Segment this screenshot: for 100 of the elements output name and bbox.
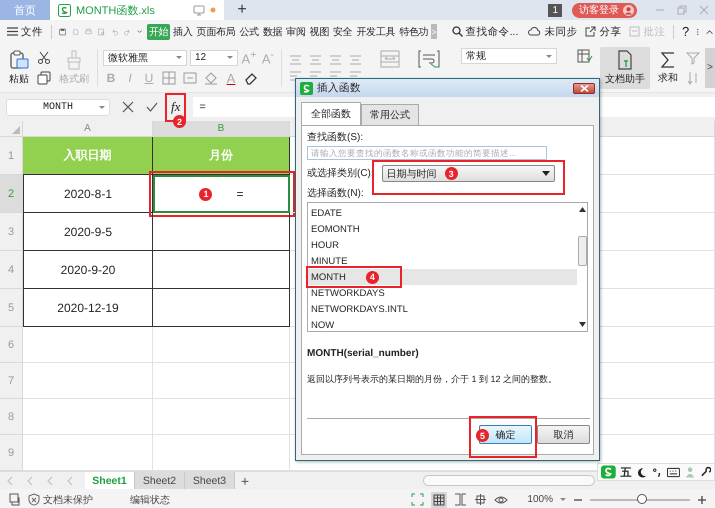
function-signature: MONTH(serial_number) (307, 348, 420, 359)
function-item[interactable]: NETWORKDAYS.INTL (308, 301, 577, 317)
scissors-icon[interactable] (37, 50, 51, 64)
avatar-icon (623, 4, 634, 16)
step-badge: 3 (444, 167, 458, 180)
document-tab[interactable]: MONTH函数.xls (50, 0, 224, 20)
zoom-slider-thumb[interactable] (637, 494, 647, 504)
shield-icon (28, 493, 40, 506)
function-item[interactable]: EDATE (308, 205, 577, 221)
ribbon-tab[interactable]: 审阅 (285, 24, 307, 40)
ribbon-tab[interactable]: 公式 (238, 24, 260, 40)
moon-icon[interactable] (636, 466, 647, 478)
sheet-tab[interactable]: Sheet3 (185, 472, 235, 489)
input-method-logo-icon[interactable] (601, 465, 616, 479)
borders-icon[interactable] (162, 71, 176, 86)
zoom-percentage[interactable]: 100% (527, 494, 566, 505)
ribbon-tab[interactable]: 页面布局 (196, 24, 236, 40)
font-size-dropdown[interactable]: 12 (190, 50, 238, 66)
save-icon[interactable] (58, 26, 66, 38)
table-cell: 2020-9-20 (23, 251, 153, 289)
dialog-tab[interactable]: 全部函数 (301, 102, 361, 125)
scroll-up-icon[interactable] (578, 207, 586, 212)
eraser-icon[interactable] (244, 71, 258, 86)
document-icon (617, 50, 633, 70)
fullscreen-icon[interactable] (411, 493, 424, 506)
insert-function-button[interactable]: fx (166, 99, 186, 115)
function-item[interactable]: NETWORKDAYS (308, 285, 577, 301)
function-item[interactable]: MONTH 4 (308, 269, 577, 285)
sheet-tab[interactable]: Sheet2 (135, 472, 185, 489)
share-button[interactable]: 分享 (582, 24, 624, 38)
dropdown-arrow-icon (542, 171, 550, 176)
ribbon-tab[interactable]: 数据 (262, 24, 284, 40)
page-break-icon[interactable] (454, 493, 468, 506)
add-sheet-button[interactable]: + (235, 472, 255, 489)
paste-button[interactable]: 粘贴 (6, 48, 32, 88)
function-item[interactable]: HOUR (308, 237, 577, 253)
punctuation-icon[interactable] (652, 466, 662, 478)
macro-icon[interactable] (8, 493, 21, 506)
cloud-icon (528, 26, 542, 37)
horizontal-scrollbar[interactable] (423, 475, 595, 486)
keyboard-icon[interactable] (666, 466, 680, 478)
close-button[interactable] (573, 82, 595, 94)
wrench-icon[interactable] (700, 466, 712, 478)
ribbon-tab[interactable]: 安全 (332, 24, 354, 40)
zoom-in-icon[interactable] (697, 494, 707, 504)
function-description: 返回以序列号表示的某日期的月份，介于 1 到 12 之间的整数。 (307, 373, 558, 386)
window-count-badge[interactable]: 1 (548, 4, 562, 16)
dialog-tab[interactable]: 常用公式 (361, 104, 419, 125)
number-format-dropdown[interactable]: 常规 (461, 48, 557, 64)
fill-bucket-icon[interactable] (204, 71, 218, 86)
monitor-icon[interactable] (193, 4, 205, 16)
ribbon-scroll-button[interactable]: > (705, 48, 715, 88)
menu-icon (7, 27, 18, 36)
new-tab-button[interactable]: + (224, 0, 260, 20)
file-menu-button[interactable]: 文件 (4, 24, 46, 38)
function-item[interactable]: NOW (308, 317, 577, 333)
sigma-icon (660, 50, 676, 68)
document-assistant-button[interactable]: 文档助手 (600, 46, 650, 88)
ribbon-tab[interactable]: 特色功 (398, 24, 430, 40)
dialog-button[interactable]: 5 确定 (479, 425, 532, 444)
step-badge: 2 (173, 115, 186, 128)
scrollbar-thumb[interactable] (578, 236, 586, 266)
table-style-icon[interactable] (577, 49, 593, 63)
table-cell: 2020-8-1 (23, 175, 153, 213)
cell-text: = (236, 187, 244, 201)
font-family-dropdown[interactable]: 微软雅黑 (103, 50, 187, 66)
login-button[interactable]: 访客登录 (572, 2, 637, 18)
collapse-ribbon-icon[interactable] (706, 28, 713, 36)
confirm-icon[interactable] (146, 101, 158, 113)
wrap-text-icon[interactable] (418, 49, 440, 69)
read-mode-icon[interactable] (474, 493, 488, 506)
name-box[interactable]: MONTH (6, 98, 110, 116)
table-cell: 2020-12-19 (23, 289, 153, 327)
function-item[interactable]: MINUTE (308, 253, 577, 269)
filter-icon[interactable] (686, 50, 700, 64)
scroll-down-icon[interactable] (578, 322, 586, 327)
step-badge: 4 (366, 270, 379, 284)
input-mode-toggle[interactable]: 五 (620, 464, 632, 480)
cancel-icon[interactable] (122, 101, 134, 113)
ribbon-tab[interactable]: 插入 (172, 24, 194, 40)
dialog-title: 插入函数 (317, 81, 361, 95)
ribbon-tab[interactable]: 视图 (308, 24, 330, 40)
ribbon-tab[interactable]: 开发工具 (355, 24, 396, 40)
close-icon (580, 84, 588, 92)
sum-button[interactable]: 求和 (655, 48, 681, 86)
function-list-label: 选择函数(N): (307, 186, 365, 200)
function-search-field[interactable]: 请输入您要查找的函数名称或函数功能的简要描述... (307, 146, 547, 160)
function-item[interactable]: EOMONTH (308, 221, 577, 237)
protection-status[interactable]: 文档未保护 (28, 492, 93, 506)
help-button[interactable]: ? (679, 24, 692, 39)
merge-cells-icon[interactable] (379, 49, 401, 69)
brush-icon (66, 50, 82, 70)
normal-view-icon[interactable] (431, 492, 448, 508)
sync-button[interactable]: 未同步 (525, 24, 580, 38)
cell-style-icon[interactable] (183, 71, 197, 86)
dialog-button[interactable]: 取消 (537, 425, 590, 444)
category-dropdown[interactable]: 日期与时间 3 (382, 165, 555, 182)
step-badge: 5 (476, 429, 489, 442)
command-search[interactable]: 查找命令... (448, 24, 522, 38)
copy-icon[interactable] (37, 70, 51, 84)
